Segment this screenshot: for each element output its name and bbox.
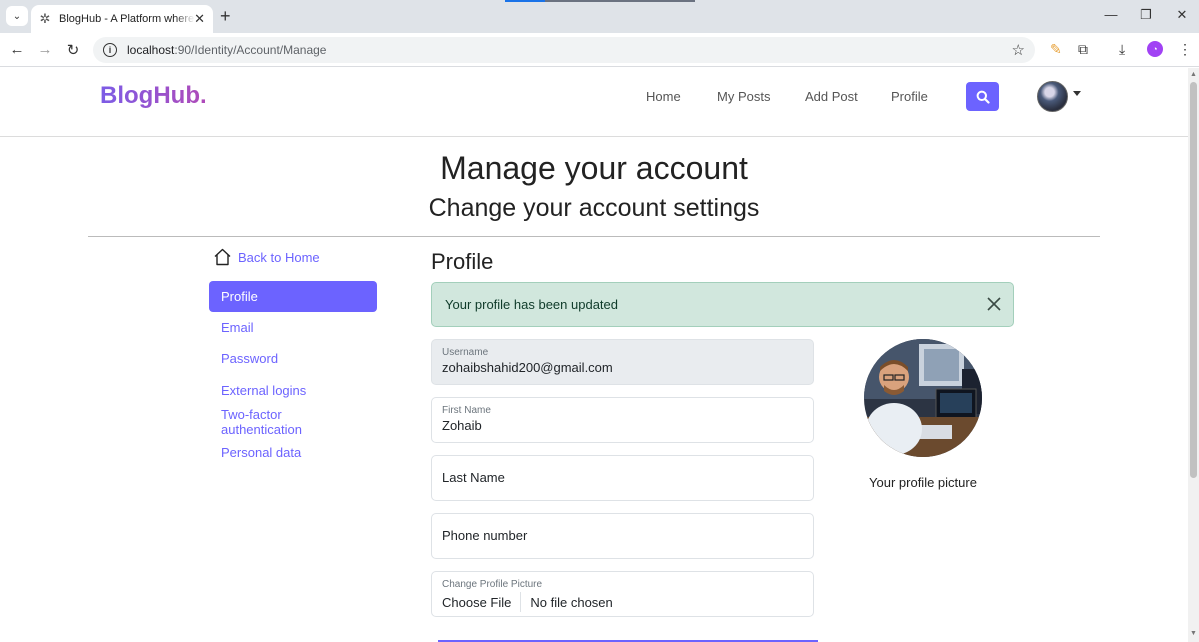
username-field[interactable]: Username zohaibshahid200@gmail.com <box>431 339 814 385</box>
choose-file-button[interactable]: Choose File <box>442 592 522 612</box>
first-name-field[interactable]: First Name Zohaib <box>431 397 814 443</box>
browser-menu-icon[interactable]: ⋮ <box>1178 41 1192 58</box>
close-icon[interactable] <box>985 295 1003 313</box>
sidebar-item-email[interactable]: Email <box>209 312 377 343</box>
success-alert: Your profile has been updated <box>431 282 1014 327</box>
scroll-down-icon[interactable]: ▼ <box>1190 630 1197 637</box>
close-window-button[interactable]: ✕ <box>1172 7 1192 23</box>
forward-arrow-icon[interactable]: → <box>36 41 54 58</box>
sidebar-item-personal-data[interactable]: Personal data <box>209 437 377 468</box>
page-title: Manage your account <box>440 150 748 186</box>
file-status-text: No file chosen <box>530 594 613 610</box>
tab-title: BlogHub - A Platform where yo <box>59 13 195 25</box>
first-name-value: Zohaib <box>442 418 482 433</box>
user-avatar[interactable] <box>1037 81 1068 112</box>
back-to-home-label: Back to Home <box>238 249 320 265</box>
download-icon[interactable]: ⤓ <box>1119 41 1125 58</box>
back-to-home-link[interactable]: Back to Home <box>213 248 320 266</box>
profile-picture <box>864 339 982 457</box>
address-bar[interactable]: i localhost:90/Identity/Account/Manage ☆ <box>93 37 1035 63</box>
restore-button[interactable]: ❐ <box>1136 7 1156 23</box>
sidebar-item-two-factor[interactable]: Two-factor authentication <box>209 406 377 437</box>
page-scrollbar[interactable]: ▲ ▼ <box>1188 68 1199 642</box>
favicon-icon: ✲ <box>39 11 51 26</box>
nav-link-profile[interactable]: Profile <box>891 89 928 104</box>
reload-icon[interactable]: ↻ <box>64 41 82 59</box>
nav-link-home[interactable]: Home <box>646 89 681 104</box>
browser-tab-strip: ⌄ ✲ BlogHub - A Platform where yo ✕ + — … <box>0 0 1199 33</box>
phone-number-placeholder: Phone number <box>442 528 528 543</box>
bookmark-star-icon[interactable]: ☆ <box>1012 41 1025 59</box>
chevron-down-icon[interactable] <box>1073 91 1081 96</box>
last-name-field[interactable]: Last Name <box>431 455 814 501</box>
address-toolbar: ← → ↻ i localhost:90/Identity/Account/Ma… <box>0 33 1199 67</box>
minimize-button[interactable]: — <box>1101 7 1121 22</box>
pen-extension-icon[interactable]: ✎ <box>1050 41 1062 58</box>
search-icon <box>976 90 990 104</box>
search-button[interactable] <box>966 82 999 111</box>
scrollbar-thumb[interactable] <box>1190 82 1197 478</box>
divider <box>88 236 1100 237</box>
last-name-placeholder: Last Name <box>442 470 505 485</box>
sidebar-item-password[interactable]: Password <box>209 343 377 374</box>
tab-close-icon[interactable]: ✕ <box>194 11 205 27</box>
new-tab-button[interactable]: + <box>220 6 231 26</box>
sidebar-item-external-logins[interactable]: External logins <box>209 375 377 406</box>
site-info-icon[interactable]: i <box>103 43 117 57</box>
username-label: Username <box>442 347 489 358</box>
phone-number-field[interactable]: Phone number <box>431 513 814 559</box>
profile-picture-label: Change Profile Picture <box>442 579 543 590</box>
url-text[interactable]: localhost:90/Identity/Account/Manage <box>127 43 326 57</box>
home-icon <box>214 248 231 266</box>
profile-picture-caption: Your profile picture <box>869 475 977 490</box>
nav-link-my-posts[interactable]: My Posts <box>717 89 770 104</box>
extensions-puzzle-icon[interactable]: ⧉ <box>1078 41 1088 58</box>
alert-message: Your profile has been updated <box>445 297 618 312</box>
section-title: Profile <box>431 249 494 274</box>
tab-scroll-indicator <box>505 0 695 2</box>
first-name-label: First Name <box>442 405 491 416</box>
nav-link-add-post[interactable]: Add Post <box>805 89 858 104</box>
browser-tab[interactable]: ✲ BlogHub - A Platform where yo ✕ <box>31 5 213 33</box>
username-value: zohaibshahid200@gmail.com <box>442 360 613 375</box>
browser-profile-avatar[interactable]: ◔ <box>1147 41 1163 57</box>
brand-logo[interactable]: BlogHub. <box>100 82 207 110</box>
profile-picture-file-input[interactable]: Change Profile Picture Choose File No fi… <box>431 571 814 617</box>
back-arrow-icon[interactable]: ← <box>8 41 26 58</box>
page: BlogHub. Home My Posts Add Post Profile … <box>0 68 1188 642</box>
site-navbar: BlogHub. Home My Posts Add Post Profile <box>0 68 1188 137</box>
tab-search-button[interactable]: ⌄ <box>6 6 28 26</box>
scroll-up-icon[interactable]: ▲ <box>1190 71 1197 78</box>
sidebar-item-profile[interactable]: Profile <box>209 281 377 312</box>
page-subtitle: Change your account settings <box>428 194 760 222</box>
